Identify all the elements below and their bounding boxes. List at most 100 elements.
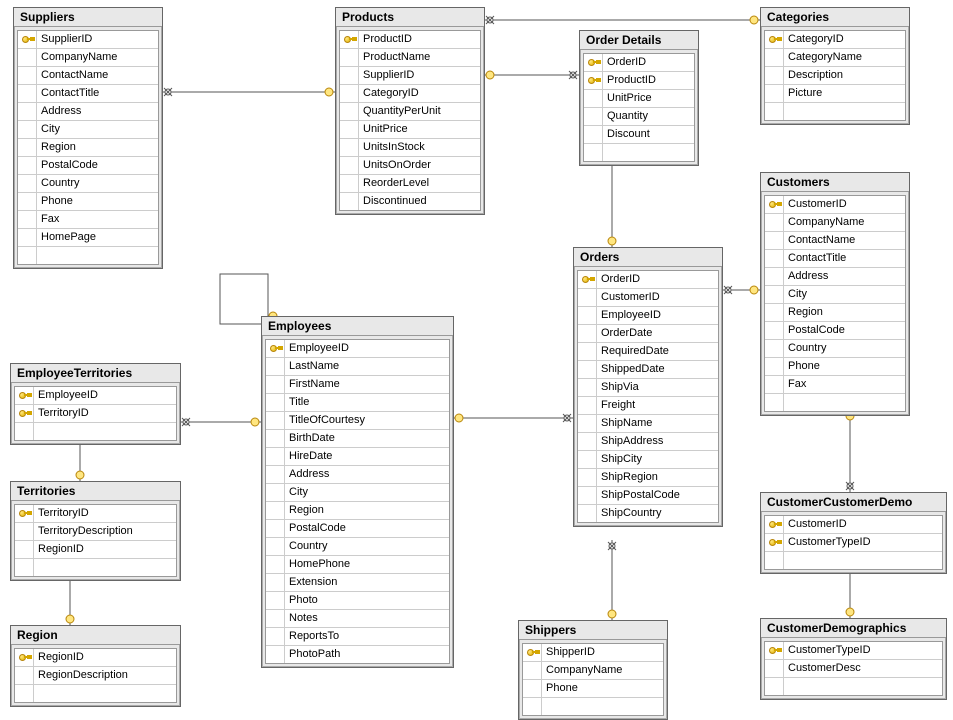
column-row[interactable]: BirthDate	[266, 430, 449, 448]
column-row[interactable]: ShipVia	[578, 379, 718, 397]
column-row[interactable]: EmployeeID	[578, 307, 718, 325]
column-row[interactable]: Extension	[266, 574, 449, 592]
column-row[interactable]: ProductName	[340, 49, 480, 67]
column-row[interactable]: City	[765, 286, 905, 304]
column-row[interactable]: Country	[765, 340, 905, 358]
column-row[interactable]: ShipRegion	[578, 469, 718, 487]
column-row[interactable]: HomePhone	[266, 556, 449, 574]
column-row[interactable]: Address	[765, 268, 905, 286]
column-row[interactable]: Region	[18, 139, 158, 157]
column-row[interactable]: ContactTitle	[765, 250, 905, 268]
column-row[interactable]: CustomerID	[765, 196, 905, 214]
column-row[interactable]: CategoryID	[340, 85, 480, 103]
table-region[interactable]: Region RegionIDRegionDescription	[10, 625, 181, 707]
column-row[interactable]: Fax	[765, 376, 905, 394]
column-row[interactable]: Picture	[765, 85, 905, 103]
column-row[interactable]: TerritoryDescription	[15, 523, 176, 541]
column-row[interactable]: ShipAddress	[578, 433, 718, 451]
column-row[interactable]: CompanyName	[18, 49, 158, 67]
column-row[interactable]: RegionID	[15, 649, 176, 667]
table-shippers[interactable]: Shippers ShipperIDCompanyNamePhone	[518, 620, 668, 720]
column-row[interactable]: ShipPostalCode	[578, 487, 718, 505]
column-row[interactable]: City	[18, 121, 158, 139]
column-row[interactable]: Photo	[266, 592, 449, 610]
column-row[interactable]: CategoryName	[765, 49, 905, 67]
column-row[interactable]: Fax	[18, 211, 158, 229]
column-row[interactable]: ProductID	[340, 31, 480, 49]
table-employee-territories[interactable]: EmployeeTerritories EmployeeIDTerritoryI…	[10, 363, 181, 445]
column-row[interactable]: ProductID	[584, 72, 694, 90]
column-row[interactable]: PostalCode	[266, 520, 449, 538]
column-row[interactable]: PostalCode	[18, 157, 158, 175]
column-row[interactable]: ReportsTo	[266, 628, 449, 646]
column-row[interactable]: Phone	[18, 193, 158, 211]
column-row[interactable]: CustomerID	[578, 289, 718, 307]
column-row[interactable]: Quantity	[584, 108, 694, 126]
column-row[interactable]: ShipperID	[523, 644, 663, 662]
table-products[interactable]: Products ProductIDProductNameSupplierIDC…	[335, 7, 485, 215]
table-categories[interactable]: Categories CategoryIDCategoryNameDescrip…	[760, 7, 910, 125]
er-diagram-canvas[interactable]: Suppliers SupplierIDCompanyNameContactNa…	[0, 0, 953, 708]
column-row[interactable]: TerritoryID	[15, 405, 176, 423]
column-row[interactable]: Region	[765, 304, 905, 322]
column-row[interactable]: OrderDate	[578, 325, 718, 343]
column-row[interactable]: RegionDescription	[15, 667, 176, 685]
table-order-details[interactable]: Order Details OrderIDProductIDUnitPriceQ…	[579, 30, 699, 166]
column-row[interactable]: ReorderLevel	[340, 175, 480, 193]
column-row[interactable]: Discount	[584, 126, 694, 144]
column-row[interactable]: ShipCity	[578, 451, 718, 469]
column-row[interactable]: ContactTitle	[18, 85, 158, 103]
column-row[interactable]: TerritoryID	[15, 505, 176, 523]
column-row[interactable]: TitleOfCourtesy	[266, 412, 449, 430]
column-row[interactable]: Title	[266, 394, 449, 412]
column-row[interactable]: CustomerID	[765, 516, 942, 534]
column-row[interactable]: ShipCountry	[578, 505, 718, 522]
column-row[interactable]: ShipName	[578, 415, 718, 433]
column-row[interactable]: Address	[266, 466, 449, 484]
column-row[interactable]: UnitPrice	[584, 90, 694, 108]
column-row[interactable]: RegionID	[15, 541, 176, 559]
column-row[interactable]: FirstName	[266, 376, 449, 394]
column-row[interactable]: HireDate	[266, 448, 449, 466]
column-row[interactable]: Address	[18, 103, 158, 121]
column-row[interactable]: UnitPrice	[340, 121, 480, 139]
column-row[interactable]: QuantityPerUnit	[340, 103, 480, 121]
table-employees[interactable]: Employees EmployeeIDLastNameFirstNameTit…	[261, 316, 454, 668]
table-suppliers[interactable]: Suppliers SupplierIDCompanyNameContactNa…	[13, 7, 163, 269]
column-row[interactable]: CustomerTypeID	[765, 642, 942, 660]
column-row[interactable]: CustomerDesc	[765, 660, 942, 678]
table-customer-customer-demo[interactable]: CustomerCustomerDemo CustomerIDCustomerT…	[760, 492, 947, 574]
column-row[interactable]: Description	[765, 67, 905, 85]
table-territories[interactable]: Territories TerritoryIDTerritoryDescript…	[10, 481, 181, 581]
column-row[interactable]: City	[266, 484, 449, 502]
column-row[interactable]: UnitsInStock	[340, 139, 480, 157]
table-customers[interactable]: Customers CustomerIDCompanyNameContactNa…	[760, 172, 910, 416]
column-row[interactable]: CompanyName	[765, 214, 905, 232]
column-row[interactable]: CustomerTypeID	[765, 534, 942, 552]
column-row[interactable]: ShippedDate	[578, 361, 718, 379]
column-row[interactable]: Country	[18, 175, 158, 193]
column-row[interactable]: EmployeeID	[15, 387, 176, 405]
column-row[interactable]: LastName	[266, 358, 449, 376]
column-row[interactable]: Freight	[578, 397, 718, 415]
column-row[interactable]: Country	[266, 538, 449, 556]
column-row[interactable]: Phone	[765, 358, 905, 376]
column-row[interactable]: EmployeeID	[266, 340, 449, 358]
column-row[interactable]: Notes	[266, 610, 449, 628]
table-customer-demographics[interactable]: CustomerDemographics CustomerTypeIDCusto…	[760, 618, 947, 700]
column-row[interactable]: CategoryID	[765, 31, 905, 49]
column-row[interactable]: RequiredDate	[578, 343, 718, 361]
column-row[interactable]: Discontinued	[340, 193, 480, 210]
column-row[interactable]: SupplierID	[18, 31, 158, 49]
column-row[interactable]: OrderID	[578, 271, 718, 289]
column-row[interactable]: OrderID	[584, 54, 694, 72]
table-orders[interactable]: Orders OrderIDCustomerIDEmployeeIDOrderD…	[573, 247, 723, 527]
column-row[interactable]: SupplierID	[340, 67, 480, 85]
column-row[interactable]: PostalCode	[765, 322, 905, 340]
column-row[interactable]: CompanyName	[523, 662, 663, 680]
column-row[interactable]: PhotoPath	[266, 646, 449, 663]
column-row[interactable]: ContactName	[765, 232, 905, 250]
column-row[interactable]: ContactName	[18, 67, 158, 85]
column-row[interactable]: Region	[266, 502, 449, 520]
column-row[interactable]: UnitsOnOrder	[340, 157, 480, 175]
